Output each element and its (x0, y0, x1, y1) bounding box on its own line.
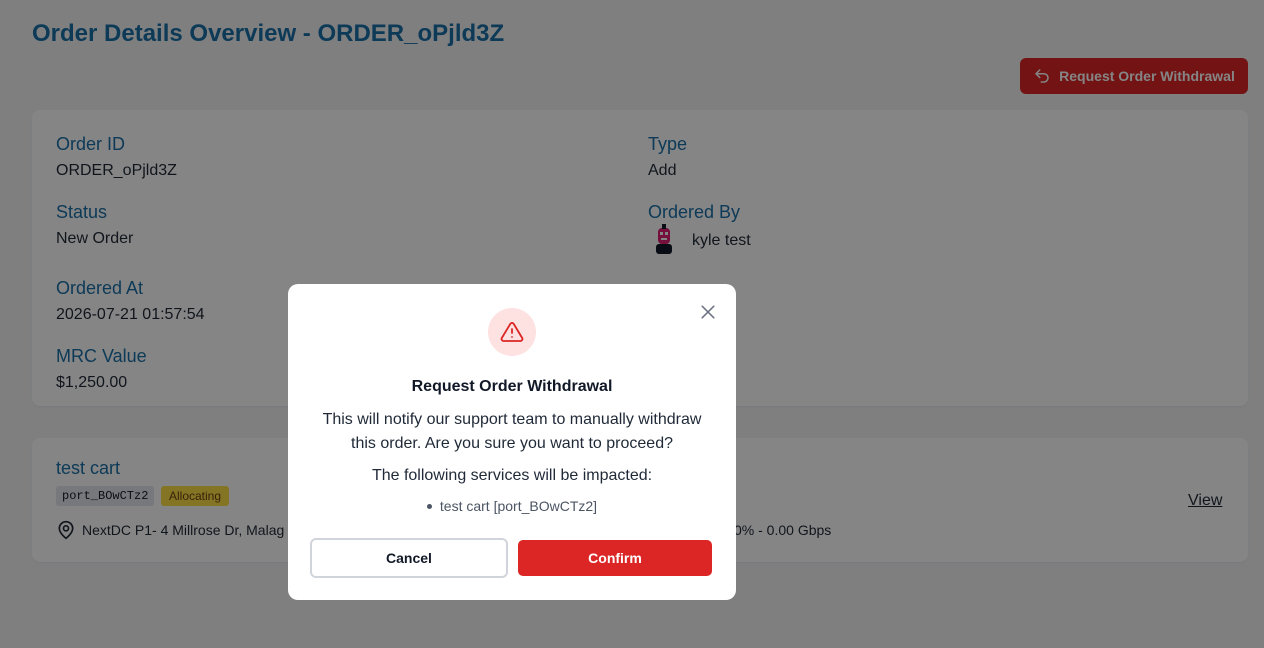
cancel-button[interactable]: Cancel (310, 538, 508, 578)
modal-impact-text: The following services will be impacted: (371, 467, 653, 484)
bullet-dot (426, 503, 432, 509)
modal-description: This will notify our support team to man… (322, 411, 702, 452)
withdrawal-modal: Request Order Withdrawal This will notif… (288, 284, 736, 600)
alert-icon-circle (488, 308, 536, 356)
impacted-service-label: test cart [port_BOwCTz2] (439, 498, 598, 514)
alert-triangle-icon (500, 322, 524, 342)
confirm-button[interactable]: Confirm (518, 540, 712, 576)
impacted-service-item: test cart [port_BOwCTz2] (288, 498, 736, 514)
close-icon[interactable] (698, 302, 718, 322)
modal-title: Request Order Withdrawal (411, 378, 613, 395)
